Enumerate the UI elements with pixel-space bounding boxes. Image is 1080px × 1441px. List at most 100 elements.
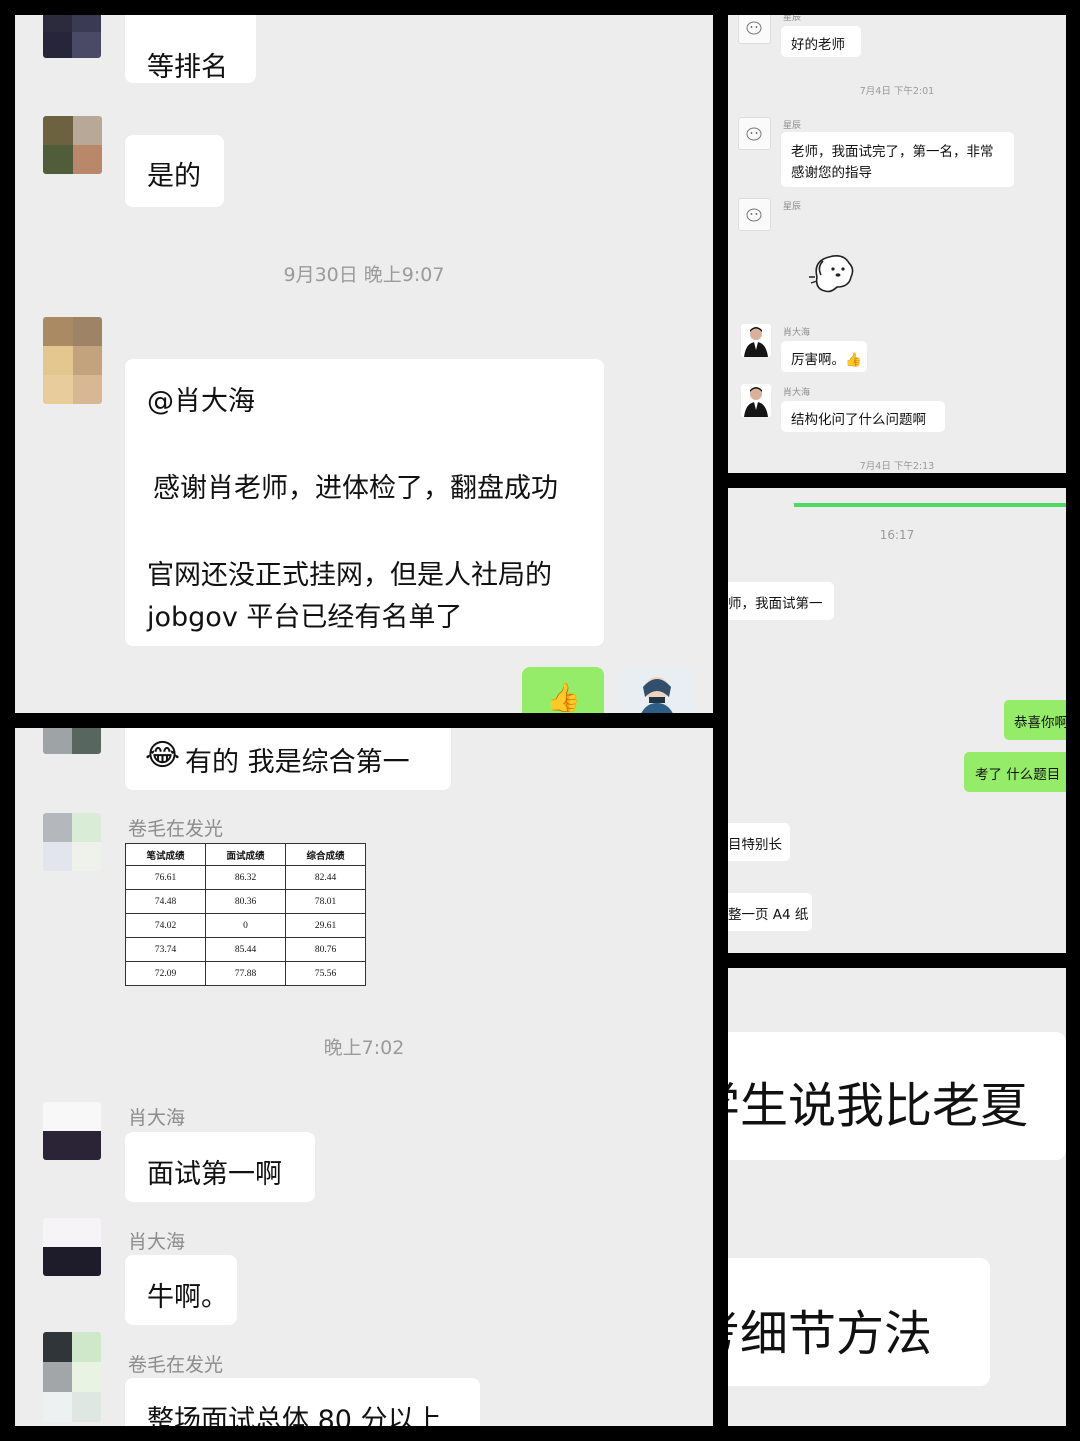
sent-message-bubble[interactable]: 考了 什么题目 bbox=[964, 752, 1066, 792]
message-text: 目特别长 bbox=[728, 837, 782, 853]
message-text: 有的 我是综合第一 bbox=[185, 747, 410, 778]
message-text: 老师，我面试完了，第一名，非常 bbox=[791, 144, 994, 160]
message-bubble[interactable]: 学生说我比老夏 bbox=[728, 1032, 1066, 1160]
mention-text: @肖大海 bbox=[147, 386, 255, 417]
man-in-suit-avatar-icon bbox=[744, 387, 768, 417]
column-header: 综合成绩 bbox=[285, 843, 366, 866]
avatar[interactable] bbox=[738, 15, 771, 44]
sent-message-bubble[interactable]: 👍 bbox=[522, 667, 604, 713]
sender-name: 肖大海 bbox=[128, 1107, 186, 1129]
message-bubble[interactable]: 老师，我面试完了，第一名，非常 感谢您的指导 bbox=[781, 132, 1014, 187]
puppy-avatar-icon bbox=[746, 127, 762, 141]
message-bubble[interactable]: 目特别长 bbox=[728, 823, 790, 861]
message-text: 牛啊。 bbox=[147, 1282, 228, 1313]
laughing-face-icon: 😂 bbox=[145, 738, 181, 773]
message-text: 是的 bbox=[147, 161, 201, 192]
table-cell: 85.44 bbox=[205, 937, 286, 962]
message-text: 官网还没正式挂网，但是人社局的 bbox=[147, 560, 552, 591]
table-row: 76.61 86.32 82.44 bbox=[125, 865, 366, 890]
table-cell: 0 bbox=[205, 913, 286, 938]
table-row: 74.48 80.36 78.01 bbox=[125, 889, 366, 914]
timestamp: 晚上7:02 bbox=[323, 1037, 405, 1059]
message-text: 整一页 A4 纸 bbox=[728, 907, 809, 923]
message-bubble[interactable]: 好的老师 bbox=[781, 26, 861, 57]
message-bubble[interactable]: 整场面试总体 80 分以上 bbox=[125, 1378, 480, 1426]
avatar[interactable] bbox=[43, 15, 101, 58]
table-row: 72.09 77.88 75.56 bbox=[125, 961, 366, 986]
table-row: 74.02 0 29.61 bbox=[125, 913, 366, 938]
message-text: 厉害啊。👍 bbox=[791, 352, 862, 368]
avatar[interactable] bbox=[741, 324, 771, 357]
avatar[interactable] bbox=[43, 317, 102, 404]
message-bubble[interactable]: 等排名 bbox=[125, 15, 256, 83]
message-text: 考细节方法 bbox=[728, 1306, 933, 1362]
avatar[interactable] bbox=[741, 384, 771, 417]
avatar[interactable] bbox=[43, 1218, 101, 1276]
column-header: 面试成绩 bbox=[205, 843, 286, 866]
table-cell: 78.01 bbox=[285, 889, 366, 914]
sender-name: 星辰 bbox=[783, 202, 802, 212]
score-table: 笔试成绩 面试成绩 综合成绩 76.61 86.32 82.44 74.48 8… bbox=[125, 843, 366, 986]
avatar[interactable] bbox=[43, 1332, 101, 1422]
message-bubble[interactable]: 结构化问了什么问题啊 bbox=[781, 401, 945, 432]
timestamp: 9月30日 晚上9:07 bbox=[283, 264, 445, 286]
message-text: 结构化问了什么问题啊 bbox=[791, 412, 926, 428]
message-bubble[interactable]: 牛啊。 bbox=[125, 1255, 237, 1325]
column-header: 笔试成绩 bbox=[125, 843, 206, 866]
message-text: 考了 什么题目 bbox=[975, 767, 1061, 783]
table-cell: 76.61 bbox=[125, 865, 206, 890]
table-cell: 80.36 bbox=[205, 889, 286, 914]
message-text: 恭喜你啊 bbox=[1014, 715, 1066, 731]
chat-screenshot-bottom-right: 学生说我比老夏 考细节方法 bbox=[728, 968, 1066, 1426]
sender-name: 卷毛在发光 bbox=[128, 1354, 224, 1376]
message-text: 整场面试总体 80 分以上 bbox=[147, 1405, 442, 1426]
timestamp: 7月4日 下午2:01 bbox=[859, 86, 935, 97]
puppy-avatar-icon bbox=[746, 208, 762, 222]
avatar-self[interactable] bbox=[621, 667, 693, 713]
table-cell: 80.76 bbox=[285, 937, 366, 962]
message-bubble[interactable]: 厉害啊。👍 bbox=[781, 341, 867, 372]
man-in-suit-avatar-icon bbox=[744, 327, 768, 357]
message-bubble[interactable]: 是的 bbox=[125, 135, 224, 207]
avatar[interactable] bbox=[43, 813, 101, 871]
message-text: 感谢您的指导 bbox=[791, 165, 872, 181]
sender-name: 肖大海 bbox=[783, 328, 811, 338]
puppy-sticker-icon[interactable] bbox=[803, 247, 863, 297]
sender-name: 星辰 bbox=[783, 121, 802, 131]
avatar[interactable] bbox=[43, 1102, 101, 1160]
message-bubble-long[interactable]: @肖大海 感谢肖老师，进体检了，翻盘成功 官网还没正式挂网，但是人社局的 job… bbox=[125, 359, 604, 646]
message-text: 等排名 bbox=[147, 52, 228, 83]
table-cell: 82.44 bbox=[285, 865, 366, 890]
table-cell: 86.32 bbox=[205, 865, 286, 890]
chat-screenshot-middle-right: 16:17 师，我面试第一 恭喜你啊 考了 什么题目 目特别长 整一页 A4 纸 bbox=[728, 488, 1066, 953]
table-cell: 74.48 bbox=[125, 889, 206, 914]
avatar[interactable] bbox=[738, 198, 771, 231]
table-cell: 73.74 bbox=[125, 937, 206, 962]
table-cell: 72.09 bbox=[125, 961, 206, 986]
message-bubble[interactable]: 整一页 A4 纸 bbox=[728, 893, 812, 931]
message-text: 师，我面试第一 bbox=[728, 596, 823, 612]
message-bubble[interactable]: 😂 有的 我是综合第一 bbox=[125, 728, 451, 790]
sender-name: 肖大海 bbox=[128, 1231, 186, 1253]
message-bubble[interactable]: 师，我面试第一 bbox=[728, 582, 834, 620]
avatar[interactable] bbox=[43, 728, 101, 754]
sender-name: 星辰 bbox=[783, 15, 802, 23]
avatar[interactable] bbox=[43, 116, 102, 174]
message-bubble[interactable]: 面试第一啊 bbox=[125, 1132, 315, 1202]
message-bubble[interactable]: 考细节方法 bbox=[728, 1258, 990, 1386]
chat-screenshot-bottom-left: 😂 有的 我是综合第一 卷毛在发光 笔试成绩 面试成绩 综合成绩 76.61 8… bbox=[15, 728, 713, 1426]
message-text: 感谢肖老师，进体检了，翻盘成功 bbox=[153, 473, 558, 504]
table-cell: 75.56 bbox=[285, 961, 366, 986]
sent-message-bubble[interactable]: 恭喜你啊 bbox=[1004, 700, 1066, 740]
sender-name: 卷毛在发光 bbox=[128, 818, 224, 840]
table-cell: 29.61 bbox=[285, 913, 366, 938]
avatar[interactable] bbox=[738, 117, 771, 150]
sender-name: 肖大海 bbox=[783, 388, 811, 398]
thumbs-up-icon: 👍 bbox=[546, 681, 581, 713]
table-row: 73.74 85.44 80.76 bbox=[125, 937, 366, 962]
chat-screenshot-top-right: 星辰 好的老师 7月4日 下午2:01 星辰 老师，我面试完了，第一名，非常 感… bbox=[728, 15, 1066, 473]
score-table-image[interactable]: 笔试成绩 面试成绩 综合成绩 76.61 86.32 82.44 74.48 8… bbox=[125, 843, 366, 986]
message-text: 好的老师 bbox=[791, 37, 845, 53]
timestamp: 16:17 bbox=[879, 528, 915, 542]
message-text: jobgov 平台已经有名单了 bbox=[147, 602, 463, 633]
